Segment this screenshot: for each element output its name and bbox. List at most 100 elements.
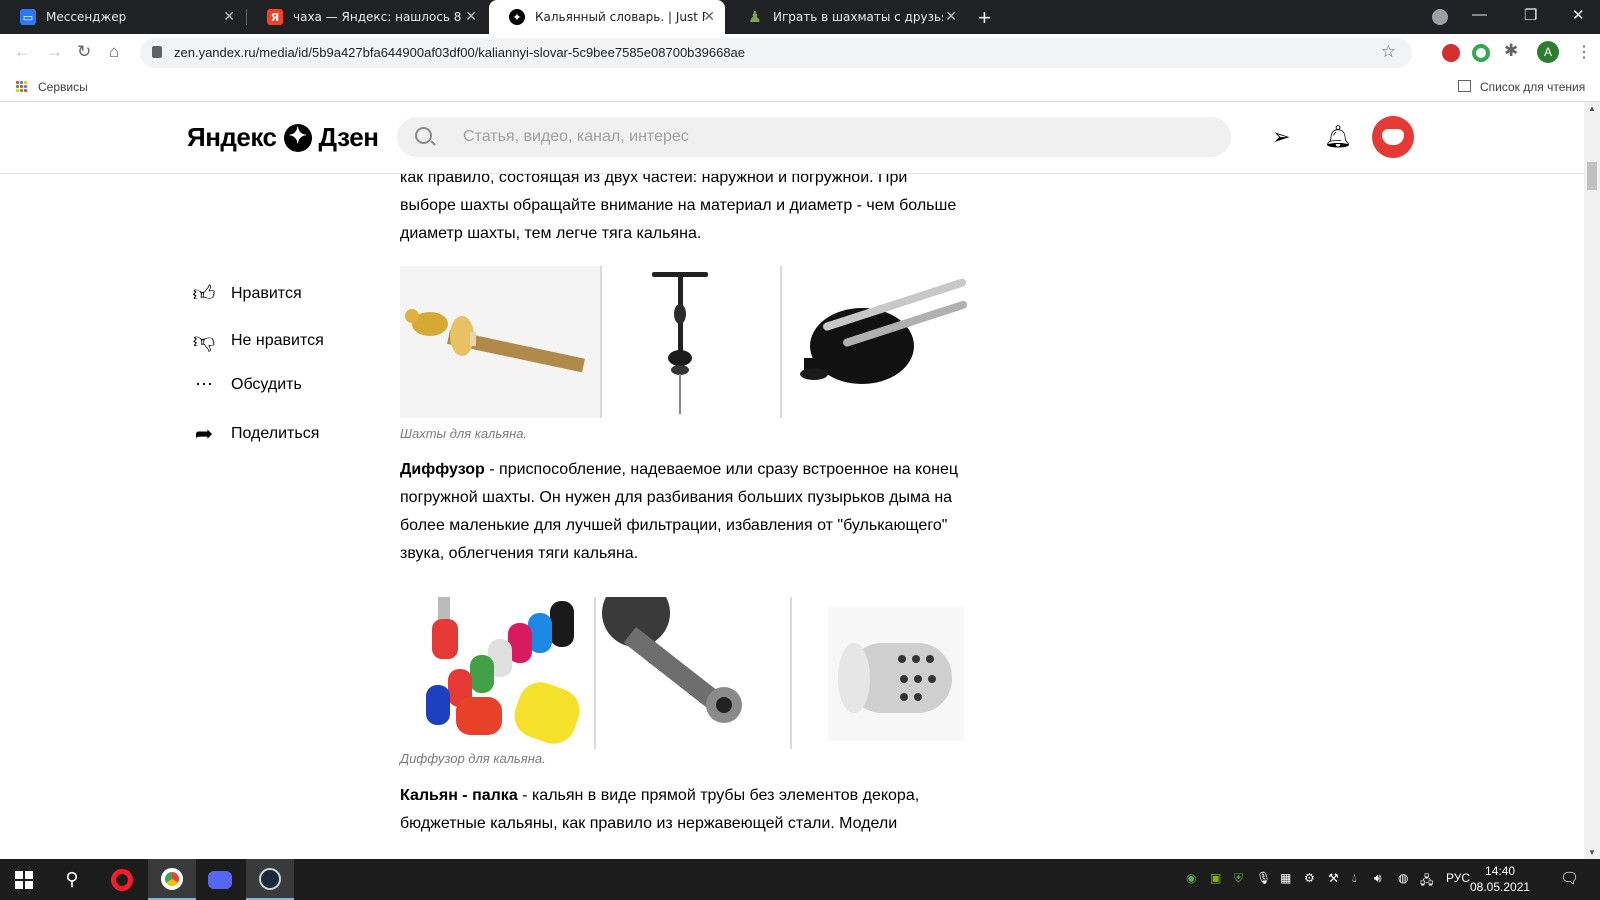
tab-title: Играть в шахматы с друзьями В — [773, 10, 943, 24]
tab-title: чаха — Яндекс: нашлось 8 тыс. — [293, 10, 463, 24]
steam-icon[interactable] — [246, 859, 294, 900]
volume-icon[interactable]: 🔊︎ — [1374, 871, 1382, 886]
image-shaft-gold[interactable] — [400, 266, 600, 418]
like-label: Нравится — [231, 284, 302, 302]
paragraph-line: выборе шахты обращайте внимание на матер… — [400, 197, 957, 214]
close-icon[interactable]: ✕ — [703, 9, 715, 25]
paragraph-line: погружной шахты. Он нужен для разбивания… — [400, 489, 953, 506]
tray-settings-icon[interactable]: ⚙ — [1304, 871, 1315, 885]
language-indicator[interactable]: РУС — [1446, 871, 1470, 885]
taskbar-search-icon[interactable]: ⚲ — [48, 859, 96, 900]
page-content: Яндекс Дзен ➢ 🔔︎ 👍︎ Нравится 👎︎ Не нрави… — [0, 102, 1600, 859]
logo-zen-text: Дзен — [318, 122, 379, 152]
profile-avatar[interactable]: A — [1537, 41, 1559, 63]
opera-icon[interactable] — [98, 859, 146, 900]
dislike-label: Не нравится — [231, 331, 324, 349]
paragraph-line: более маленькие для лучшей фильтрации, и… — [400, 517, 948, 534]
minimize-button[interactable]: — — [1472, 6, 1487, 23]
adblock-extension-icon[interactable] — [1442, 44, 1460, 62]
tab-chess[interactable]: ♟ Играть в шахматы с друзьями В ✕ — [727, 0, 967, 34]
reading-list-icon[interactable] — [1458, 80, 1471, 92]
new-tab-button[interactable]: + — [978, 5, 991, 31]
close-icon[interactable]: ✕ — [465, 9, 477, 25]
image-shaft-black[interactable] — [602, 266, 780, 418]
paragraph-line: звука, облегчения тяги кальяна. — [400, 545, 639, 562]
scroll-down-arrow[interactable]: ▼ — [1588, 848, 1596, 857]
discord-icon[interactable] — [196, 859, 244, 900]
zen-header: Яндекс Дзен ➢ 🔔︎ — [0, 102, 1584, 174]
tab-strip: ▭ Мессенджер ✕ Я чаха — Яндекс: нашлось … — [0, 0, 1600, 34]
tab-zen-article[interactable]: ✦ Кальянный словарь. | Just Freid ✕ — [489, 0, 725, 34]
tab-search-icon[interactable] — [1432, 9, 1448, 25]
lock-icon — [152, 46, 162, 58]
address-bar[interactable]: zen.yandex.ru/media/id/5b9a427bfa644900a… — [140, 38, 1412, 68]
comment-icon: ⋯ — [195, 374, 213, 394]
paragraph-text: - приспособление, надеваемое или сразу в… — [484, 461, 959, 478]
discuss-button[interactable]: ⋯ Обсудить — [189, 374, 302, 395]
like-button[interactable]: 👍︎ Нравится — [189, 280, 302, 307]
tab-yandex-search[interactable]: Я чаха — Яндекс: нашлось 8 тыс. ✕ — [247, 0, 487, 34]
droplet-icon[interactable]: 💧︎ — [1352, 871, 1357, 886]
bookmarks-bar: Сервисы Список для чтения — [0, 72, 1600, 102]
share-button[interactable]: ➦ Поделиться — [189, 421, 320, 447]
thumbs-down-icon: 👎︎ — [192, 328, 216, 353]
restore-button[interactable]: ❐ — [1524, 6, 1537, 24]
scroll-up-arrow[interactable]: ▲ — [1588, 104, 1596, 113]
send-icon[interactable]: ➢ — [1272, 124, 1290, 150]
share-arrow-icon: ➦ — [194, 421, 214, 446]
close-icon[interactable]: ✕ — [223, 9, 235, 25]
image-shaft-steel[interactable] — [782, 266, 1000, 418]
browser-menu-icon[interactable]: ⋮ — [1576, 42, 1592, 62]
clock-time: 14:40 — [1485, 864, 1516, 878]
page-scrollbar[interactable]: ▲ ▼ — [1584, 102, 1600, 859]
shield-icon[interactable]: ⛨ — [1234, 871, 1243, 886]
paragraph-line: диаметр шахты, тем легче тяга кальяна. — [400, 225, 702, 242]
back-button[interactable]: ← — [14, 42, 31, 62]
tray-icon[interactable]: ▦ — [1280, 871, 1291, 885]
tab-messenger[interactable]: ▭ Мессенджер ✕ — [0, 0, 245, 34]
steam-tray-icon[interactable]: ◍ — [1398, 871, 1408, 885]
start-button[interactable] — [0, 859, 48, 900]
zen-logo[interactable]: Яндекс Дзен — [187, 122, 379, 153]
search-input[interactable] — [463, 117, 1203, 157]
windows-logo-icon — [15, 870, 33, 889]
forward-button[interactable]: → — [46, 42, 63, 62]
microphone-icon[interactable]: 🎙︎ — [1256, 871, 1271, 885]
extension-green-icon[interactable] — [1472, 44, 1490, 62]
notifications-icon[interactable]: 🗨︎ — [1560, 869, 1579, 887]
bell-icon[interactable]: 🔔︎ — [1324, 124, 1352, 150]
dislike-button[interactable]: 👎︎ Не нравится — [189, 327, 324, 354]
paragraph-diffuser: Диффузор - приспособление, надеваемое ил… — [400, 456, 1000, 568]
reading-list-button[interactable]: Список для чтения — [1480, 80, 1585, 94]
term-stick-hookah: Кальян - палка — [400, 787, 518, 804]
apps-grid-icon[interactable] — [15, 80, 27, 92]
zen-icon: ✦ — [509, 9, 525, 25]
user-avatar[interactable] — [1372, 116, 1414, 158]
zen-star-icon — [283, 123, 312, 152]
nvidia-icon[interactable]: ▣ — [1210, 871, 1221, 885]
clock[interactable]: 14:40 08.05.2021 — [1470, 863, 1530, 895]
extensions-puzzle-icon[interactable]: ✱ — [1504, 41, 1518, 61]
url-text: zen.yandex.ru/media/id/5b9a427bfa644900a… — [174, 45, 746, 60]
tab-title: Кальянный словарь. | Just Freid — [535, 10, 705, 24]
window-close-button[interactable]: ✕ — [1572, 6, 1585, 24]
chrome-icon[interactable] — [148, 859, 196, 900]
paragraph-line: бюджетные кальяны, как правило из нержав… — [400, 815, 898, 832]
image-diffuser-steel[interactable] — [792, 597, 988, 749]
bookmark-services[interactable]: Сервисы — [38, 80, 88, 94]
image-caption: Диффузор для кальяна. — [400, 751, 546, 766]
tray-tool-icon[interactable]: ⚒ — [1328, 871, 1339, 885]
home-button[interactable]: ⌂ — [109, 42, 119, 62]
paragraph-stick-hookah: Кальян - палка - кальян в виде прямой тр… — [400, 782, 1000, 838]
bookmark-star-icon[interactable]: ☆ — [1381, 42, 1396, 62]
tray-app-icon[interactable]: ◉ — [1186, 871, 1196, 885]
network-icon[interactable]: 🖧 — [1420, 871, 1433, 892]
reload-button[interactable]: ↻ — [77, 42, 91, 62]
close-icon[interactable]: ✕ — [945, 9, 957, 25]
clock-date: 08.05.2021 — [1470, 880, 1531, 894]
image-caption: Шахты для кальяна. — [400, 426, 528, 441]
tab-title: Мессенджер — [46, 10, 127, 24]
image-diffuser-colored[interactable] — [400, 597, 594, 749]
scrollbar-thumb[interactable] — [1587, 162, 1597, 190]
image-diffuser-metal[interactable] — [596, 597, 790, 749]
